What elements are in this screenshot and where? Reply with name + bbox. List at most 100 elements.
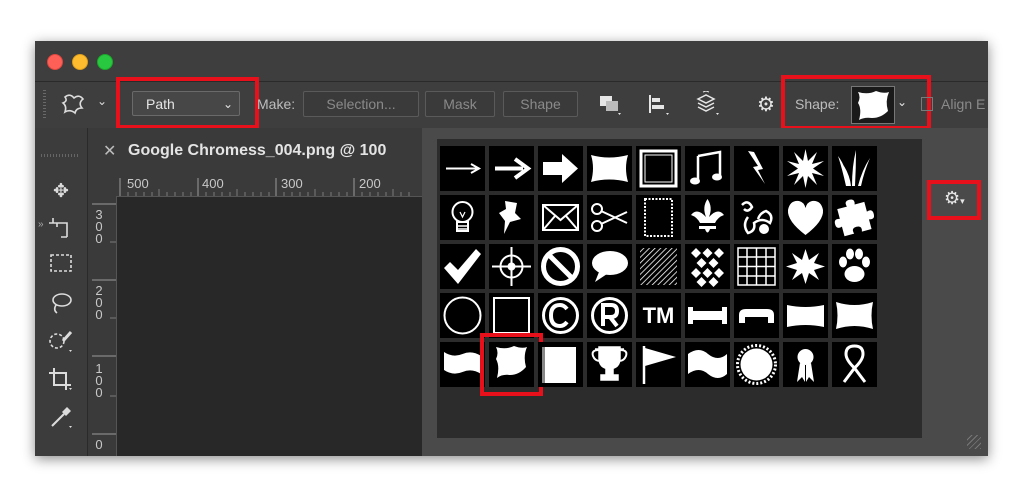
minimize-window-button[interactable] <box>72 54 88 70</box>
checkmark-icon <box>444 249 481 284</box>
path-operations-icon[interactable] <box>598 94 624 116</box>
shape-heart[interactable] <box>783 195 828 240</box>
shape-awareness-ribbon[interactable] <box>832 342 877 387</box>
crop-tool-icon[interactable] <box>45 366 77 394</box>
shape-music-note[interactable] <box>685 146 730 191</box>
shape-fleur-de-lis[interactable] <box>685 195 730 240</box>
shape-page[interactable] <box>538 342 583 387</box>
options-bar: ⌄ Path ⌄ Make: Selection... Mask Shape ⚙… <box>35 75 988 130</box>
zoom-window-button[interactable] <box>97 54 113 70</box>
shape-preview-button[interactable] <box>851 86 895 124</box>
speech-bubble-icon <box>592 251 628 282</box>
banner-rect-icon <box>591 155 628 182</box>
shape-flag[interactable] <box>636 342 681 387</box>
marquee-tool-icon[interactable] <box>45 252 77 280</box>
shape-banner-rect[interactable] <box>587 146 632 191</box>
shape-arrow-medium[interactable] <box>489 146 534 191</box>
shape-starburst[interactable] <box>783 146 828 191</box>
awareness-ribbon-icon <box>842 344 867 383</box>
shape-hatched-square[interactable] <box>636 244 681 289</box>
gear-icon[interactable]: ⚙ <box>757 92 775 117</box>
shape-picker-popup: TM ⚙▾ <box>422 128 988 456</box>
shape-frame-rough[interactable] <box>636 146 681 191</box>
mode-select-value: Path <box>146 96 175 112</box>
shape-arrow-bold[interactable] <box>538 146 583 191</box>
shape-ornament[interactable] <box>734 195 779 240</box>
quick-selection-tool-icon[interactable] <box>45 328 77 356</box>
flag-icon <box>642 346 676 384</box>
canvas[interactable] <box>117 197 422 456</box>
eyedropper-tool-icon[interactable] <box>45 404 77 432</box>
chevron-down-icon[interactable]: ⌄ <box>897 95 907 109</box>
ruler-ticks <box>119 178 410 196</box>
paw-print-icon <box>839 248 870 282</box>
envelope-icon <box>542 204 579 231</box>
path-arrangement-icon[interactable] <box>694 90 722 117</box>
shape-arrow-thin[interactable] <box>440 146 485 191</box>
mask-button[interactable]: Mask <box>425 91 495 117</box>
shape-square-frame[interactable] <box>489 293 534 338</box>
move-tool-icon[interactable]: ✥ <box>45 178 77 206</box>
shape-lightning[interactable] <box>734 146 779 191</box>
picker-settings-gear-icon[interactable]: ⚙▾ <box>944 188 965 209</box>
shape-wave-flag[interactable] <box>685 342 730 387</box>
shape-scissors[interactable] <box>587 195 632 240</box>
shape-no-sign[interactable] <box>538 244 583 289</box>
shape-seal[interactable] <box>734 342 779 387</box>
music-note-icon <box>690 150 722 185</box>
options-bar-grip[interactable] <box>43 90 46 118</box>
checker-diamond-icon <box>691 248 724 287</box>
grid-icon <box>737 247 776 286</box>
ruler-corner <box>88 174 116 196</box>
shape-banner-1[interactable] <box>685 293 730 338</box>
registered-icon <box>591 297 628 334</box>
close-window-button[interactable] <box>47 54 63 70</box>
shape-puzzle-piece[interactable] <box>832 195 877 240</box>
starburst-icon <box>787 149 824 188</box>
shape-button[interactable]: Shape <box>503 91 578 117</box>
shape-grass[interactable] <box>832 146 877 191</box>
shape-lightbulb[interactable] <box>440 195 485 240</box>
align-edges-label: Align E <box>941 96 986 112</box>
no-sign-icon <box>541 247 580 286</box>
make-label: Make: <box>257 96 296 112</box>
shape-copyright[interactable] <box>538 293 583 338</box>
shape-thumbtack[interactable] <box>489 195 534 240</box>
align-edges-checkbox[interactable] <box>921 97 933 111</box>
shape-banner-2[interactable] <box>734 293 779 338</box>
shape-banner-4[interactable] <box>832 293 877 338</box>
banner-2-icon <box>739 309 774 323</box>
shape-envelope[interactable] <box>538 195 583 240</box>
custom-shape-tool-preset[interactable]: ⌄ <box>59 91 115 117</box>
hatched-square-icon <box>640 248 677 285</box>
shape-circle-frame[interactable] <box>440 293 485 338</box>
path-alignment-icon[interactable] <box>646 94 672 116</box>
shape-banner-5[interactable] <box>440 342 485 387</box>
shape-trademark[interactable]: TM <box>636 293 681 338</box>
shape-banner-3[interactable] <box>783 293 828 338</box>
copyright-icon <box>542 297 579 334</box>
shape-checker-diamond[interactable] <box>685 244 730 289</box>
collapse-panel-icon[interactable]: » <box>38 219 44 230</box>
shape-crosshair[interactable] <box>489 244 534 289</box>
artboard-tool-icon[interactable] <box>45 214 77 242</box>
chevron-down-icon: ⌄ <box>97 94 108 108</box>
close-tab-icon[interactable]: ✕ <box>103 141 116 161</box>
arrow-medium-icon <box>495 157 532 180</box>
shape-checkmark[interactable] <box>440 244 485 289</box>
resize-grip-icon[interactable] <box>967 435 981 449</box>
document-tab[interactable]: ✕ Google Chromess_004.png @ 100 <box>88 128 422 174</box>
shape-sign-wave[interactable] <box>489 342 534 387</box>
shape-star-burst-2[interactable] <box>783 244 828 289</box>
selection-button[interactable]: Selection... <box>303 91 419 117</box>
shape-ribbon-award[interactable] <box>783 342 828 387</box>
lasso-tool-icon[interactable] <box>45 290 77 318</box>
shape-speech-bubble[interactable] <box>587 244 632 289</box>
shape-paw-print[interactable] <box>832 244 877 289</box>
ornament-icon <box>741 201 773 235</box>
shape-grid[interactable] <box>734 244 779 289</box>
mode-select[interactable]: Path ⌄ <box>132 91 240 116</box>
shape-registered[interactable] <box>587 293 632 338</box>
shape-trophy[interactable] <box>587 342 632 387</box>
shape-stamp-frame[interactable] <box>636 195 681 240</box>
